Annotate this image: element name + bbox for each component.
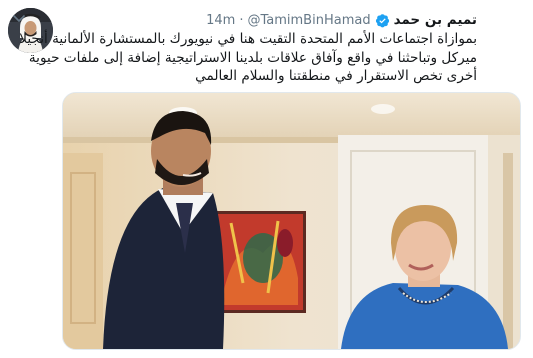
tweet-timestamp[interactable]: 14m xyxy=(206,13,235,28)
tweet-photo[interactable] xyxy=(62,92,521,350)
tweet-text-line: ميركل وتباحثنا في واقع وآفاق علاقات بلدي… xyxy=(28,49,477,66)
tweet-text-line: أخرى تخص الاستقرار في منطقتنا والسلام ال… xyxy=(195,68,477,84)
separator-dot: · xyxy=(239,12,244,28)
tweet-text: بموازاة اجتماعات الأمم المتحدة التقيت هن… xyxy=(17,30,477,86)
tweet-header: تميم بن حمد @TamimBinHamad · 14m xyxy=(206,10,477,30)
verified-badge-icon xyxy=(375,13,390,28)
chevron-down-icon[interactable] xyxy=(10,10,28,28)
tweet-text-line: بموازاة اجتماعات الأمم المتحدة التقيت هن… xyxy=(19,31,477,47)
tweet-card: تميم بن حمد @TamimBinHamad · 14m بموازاة… xyxy=(0,0,533,358)
author-handle[interactable]: @TamimBinHamad xyxy=(247,13,370,28)
author-name[interactable]: تميم بن حمد xyxy=(394,12,477,28)
